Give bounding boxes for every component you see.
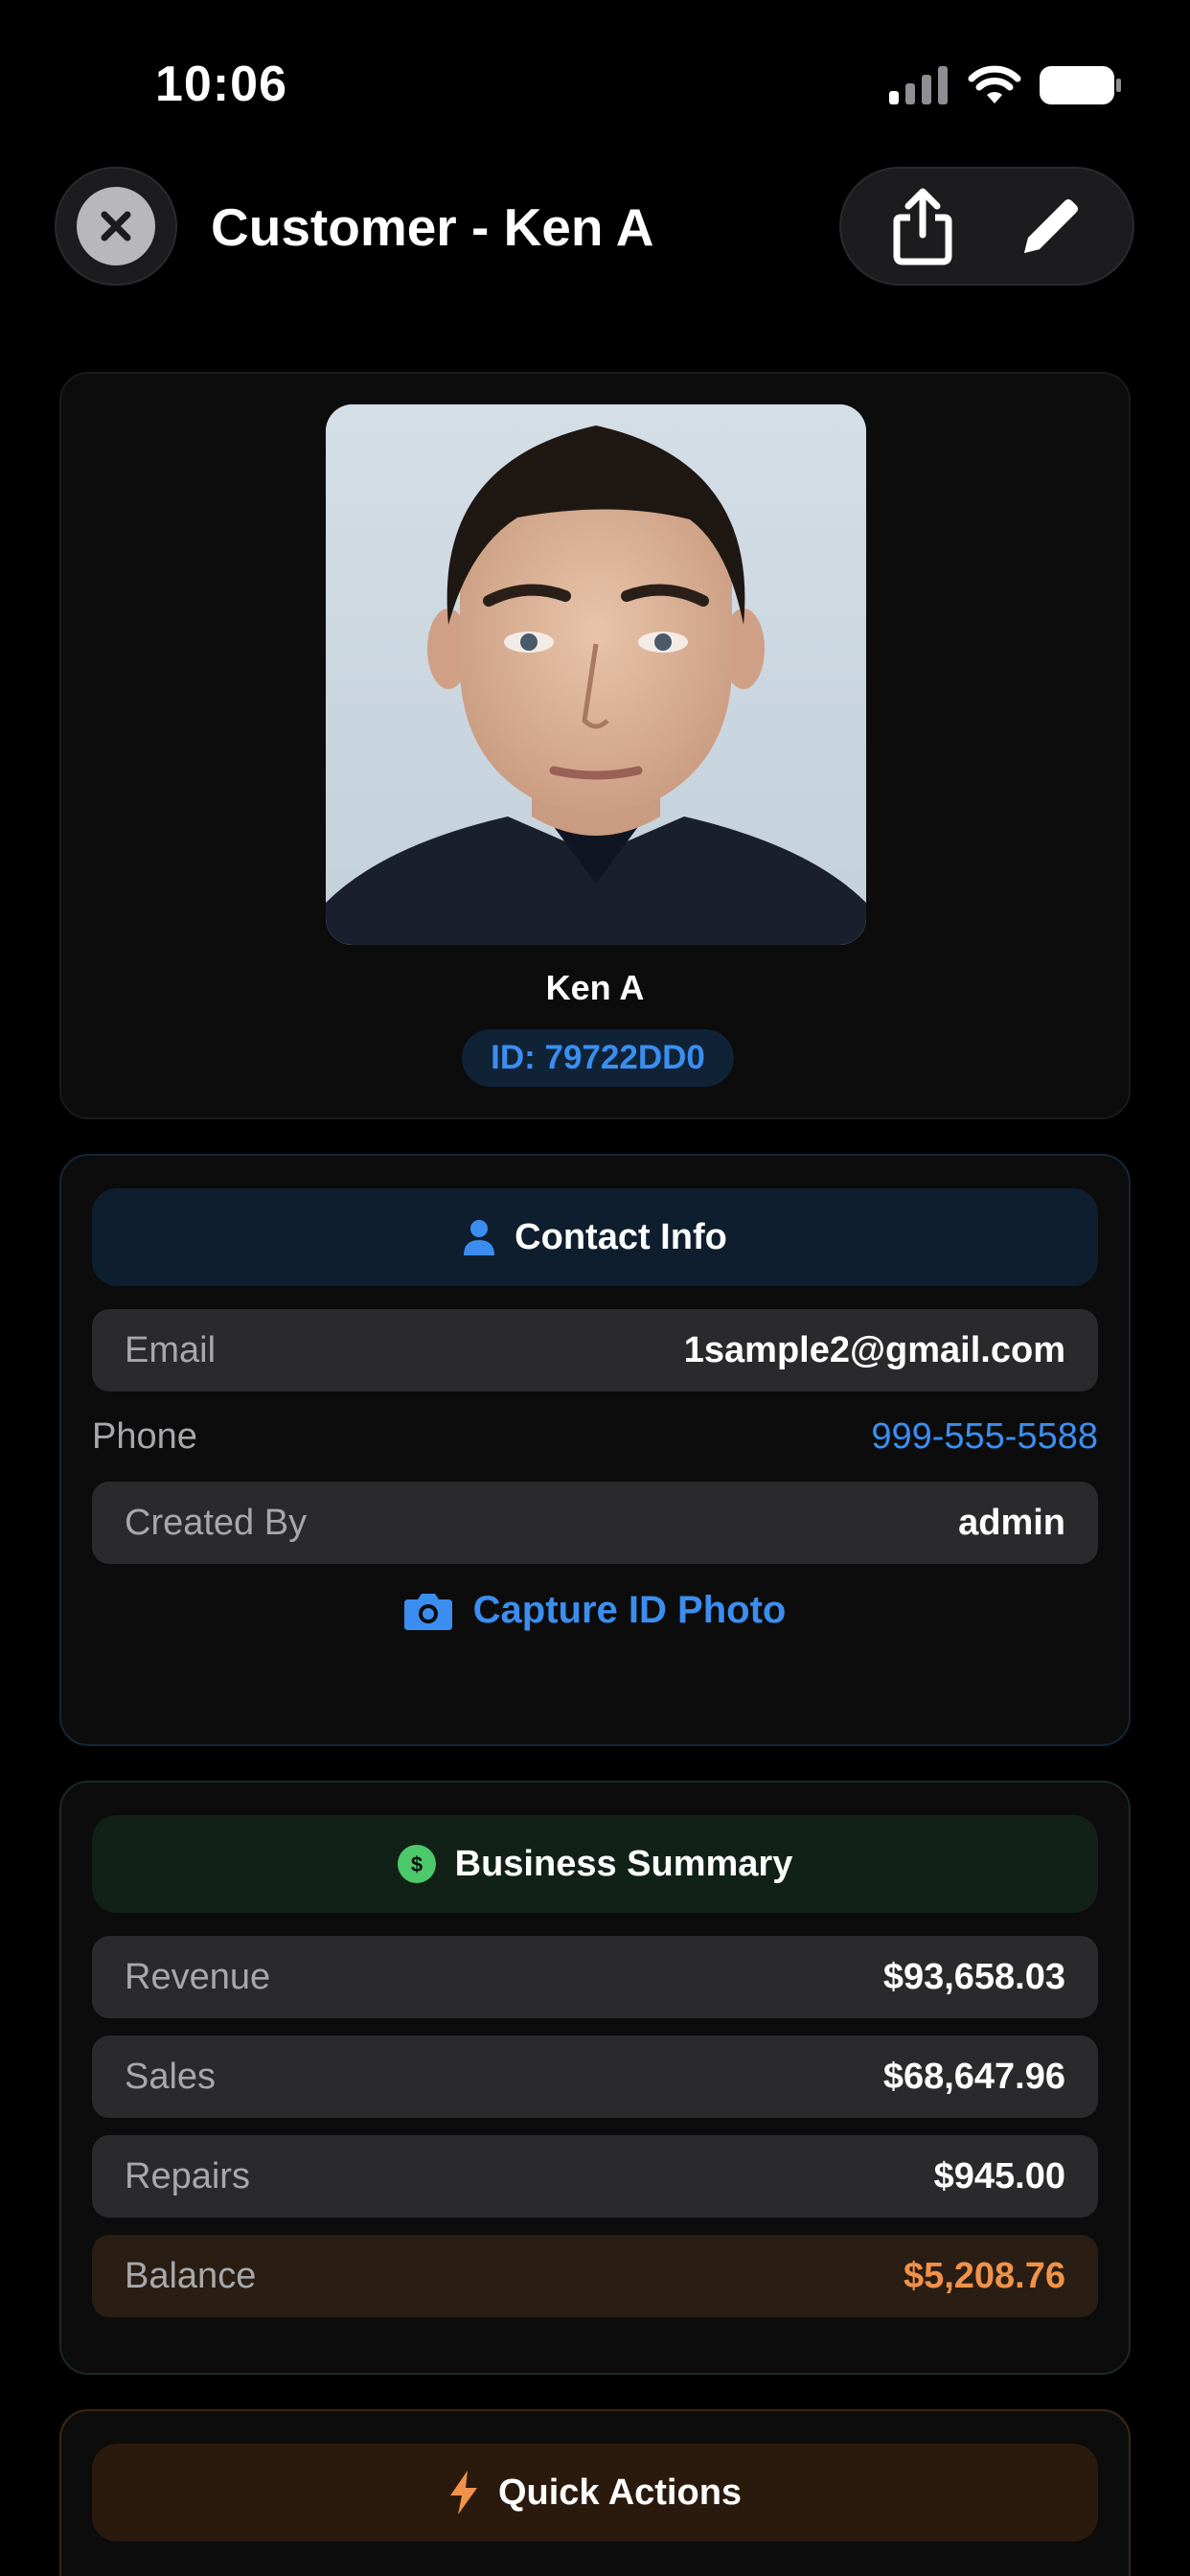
quick-actions-card: Quick Actions [59, 2409, 1131, 2576]
lightning-icon [449, 2471, 477, 2515]
contact-info-header: Contact Info [92, 1188, 1098, 1286]
business-summary-header: $ Business Summary [92, 1815, 1098, 1913]
close-button[interactable] [55, 167, 177, 286]
close-icon [77, 187, 155, 265]
phone-label: Phone [92, 1415, 197, 1457]
customer-id-badge: ID: 79722DD0 [462, 1029, 734, 1087]
created-by-value: admin [958, 1502, 1065, 1543]
email-row: Email 1sample2@gmail.com [92, 1309, 1098, 1392]
created-by-label: Created By [125, 1502, 308, 1543]
balance-label: Balance [125, 2255, 257, 2296]
sales-label: Sales [125, 2056, 217, 2097]
share-icon [893, 188, 952, 265]
status-icons [889, 65, 1123, 105]
person-icon [464, 1220, 495, 1255]
pencil-icon [1024, 199, 1078, 253]
camera-icon [403, 1593, 452, 1630]
quick-actions-header: Quick Actions [92, 2444, 1098, 2542]
capture-id-photo-button[interactable]: Capture ID Photo [61, 1589, 1129, 1632]
business-summary-title: Business Summary [454, 1843, 793, 1884]
email-value[interactable]: 1sample2@gmail.com [684, 1330, 1065, 1371]
contact-info-title: Contact Info [515, 1216, 727, 1257]
customer-photo[interactable] [326, 404, 866, 945]
revenue-value: $93,658.03 [882, 1956, 1065, 1997]
phone-row: Phone 999-555-5588 [92, 1395, 1098, 1478]
signal-icon [889, 66, 948, 104]
balance-value: $5,208.76 [903, 2255, 1065, 2296]
nav-actions [839, 167, 1134, 286]
email-label: Email [125, 1329, 217, 1370]
business-summary-card: $ Business Summary Revenue $93,658.03 Sa… [59, 1781, 1131, 2375]
repairs-label: Repairs [125, 2155, 250, 2196]
customer-name: Ken A [545, 968, 645, 1007]
repairs-value: $945.00 [933, 2155, 1065, 2196]
status-bar: 10:06 [0, 0, 1190, 172]
sales-row: Sales $68,647.96 [92, 2036, 1098, 2118]
revenue-row: Revenue $93,658.03 [92, 1936, 1098, 2018]
page-title: Customer - Ken A [211, 197, 654, 257]
wifi-icon [968, 65, 1021, 104]
balance-row: Balance $5,208.76 [92, 2235, 1098, 2317]
edit-button[interactable] [1008, 183, 1094, 269]
revenue-label: Revenue [125, 1956, 271, 1997]
phone-link[interactable]: 999-555-5588 [871, 1416, 1098, 1458]
dollar-circle-icon: $ [397, 1845, 436, 1883]
quick-actions-title: Quick Actions [497, 2472, 743, 2513]
repairs-row: Repairs $945.00 [92, 2135, 1098, 2218]
profile-card: Ken A ID: 79722DD0 [59, 372, 1131, 1119]
share-button[interactable] [880, 183, 966, 269]
contact-info-card: Contact Info Email 1sample2@gmail.com Ph… [59, 1154, 1131, 1746]
capture-id-photo-label: Capture ID Photo [472, 1589, 787, 1631]
sales-value: $68,647.96 [882, 2056, 1065, 2097]
svg-text:$: $ [411, 1852, 423, 1876]
status-time: 10:06 [155, 57, 287, 112]
battery-icon [1040, 66, 1121, 104]
created-by-row: Created By admin [92, 1482, 1098, 1564]
